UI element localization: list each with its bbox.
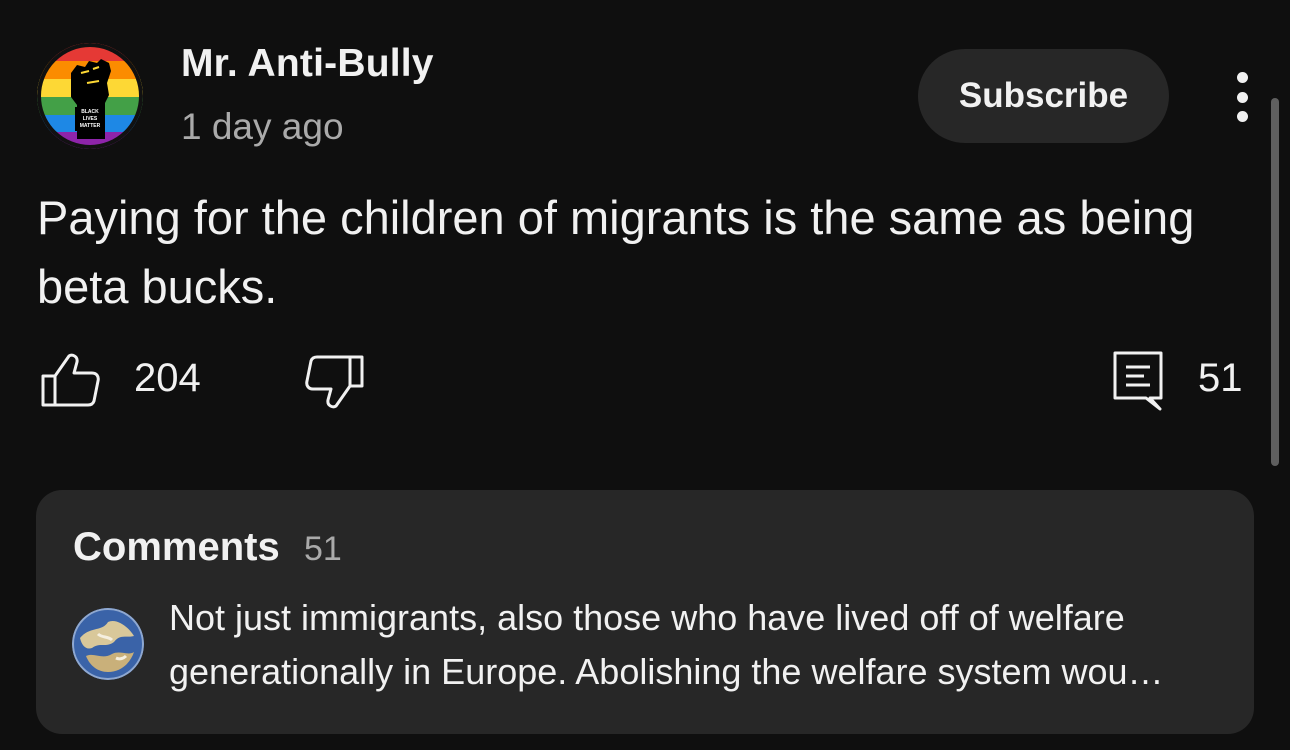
- kebab-dot: [1236, 111, 1248, 122]
- comments-preview-card[interactable]: Comments 51 Not just immigrants, also th…: [36, 490, 1254, 734]
- svg-text:MATTER: MATTER: [80, 123, 101, 129]
- comments-button[interactable]: [1110, 350, 1166, 412]
- scrollbar[interactable]: [1271, 98, 1279, 466]
- dislike-button[interactable]: [305, 354, 369, 410]
- community-post-screen: BLACK LIVES MATTER Mr. Anti-Bully 1 day …: [0, 0, 1290, 750]
- comments-heading: Comments: [73, 525, 280, 569]
- top-comment-text: Not just immigrants, also those who have…: [169, 597, 1164, 692]
- kebab-dot: [1236, 91, 1248, 103]
- subscribe-button[interactable]: Subscribe: [918, 49, 1169, 143]
- post-timestamp: 1 day ago: [181, 106, 344, 147]
- channel-avatar[interactable]: BLACK LIVES MATTER: [37, 43, 143, 149]
- kebab-dot: [1236, 72, 1248, 83]
- comment-icon: [1113, 351, 1163, 411]
- svg-text:BLACK: BLACK: [81, 109, 99, 115]
- comment-count: 51: [1198, 356, 1243, 400]
- like-count: 204: [134, 356, 201, 400]
- comments-count: 51: [304, 530, 342, 568]
- thumbs-up-icon: [41, 353, 100, 407]
- svg-text:LIVES: LIVES: [83, 116, 98, 122]
- like-button[interactable]: [40, 352, 104, 408]
- post-text: Paying for the children of migrants is t…: [37, 191, 1195, 313]
- commenter-avatar[interactable]: [72, 608, 144, 680]
- painted-globe-avatar-icon: [72, 608, 144, 680]
- raised-fist-rainbow-icon: BLACK LIVES MATTER: [37, 43, 143, 149]
- more-vertical-icon[interactable]: [1228, 72, 1256, 122]
- channel-name[interactable]: Mr. Anti-Bully: [181, 42, 434, 86]
- thumbs-down-icon: [305, 355, 364, 409]
